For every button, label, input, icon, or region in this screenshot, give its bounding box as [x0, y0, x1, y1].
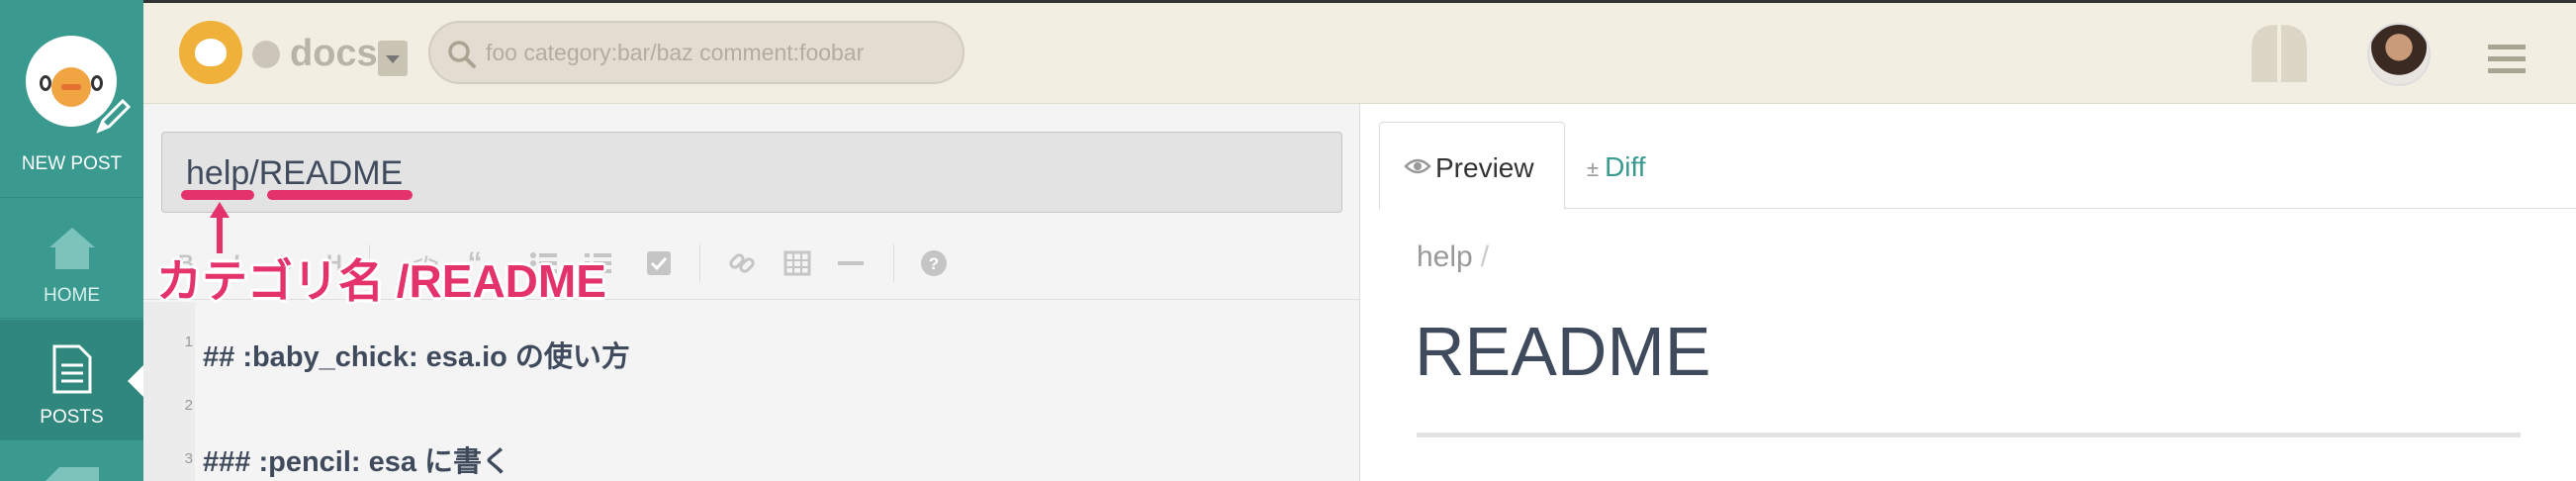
breadcrumb: help / [1417, 240, 1489, 274]
home-icon [49, 228, 95, 269]
preview-tabs: Preview ± Diff [1379, 122, 2576, 210]
plus-minus-icon: ± [1587, 156, 1600, 181]
line-number: 3 [184, 450, 193, 467]
pencil-icon [96, 98, 132, 134]
sidebar: NEW POST HOME POSTS [0, 0, 143, 481]
category-underline [181, 190, 254, 200]
help-icon[interactable]: ? [919, 248, 949, 278]
toolbar-divider [699, 244, 700, 282]
team-dropdown-button[interactable] [378, 41, 408, 76]
team-logo[interactable] [179, 21, 242, 84]
logo-eye-right [91, 75, 103, 91]
logo-face [51, 67, 91, 107]
hamburger-menu-icon[interactable] [2488, 43, 2526, 74]
team-name[interactable]: docs [290, 33, 378, 75]
search-input[interactable] [486, 23, 951, 82]
feed-icon[interactable] [40, 463, 103, 481]
notifications-icon[interactable] [2250, 23, 2309, 84]
tab-preview[interactable]: Preview [1379, 122, 1565, 210]
user-avatar[interactable] [2367, 23, 2431, 86]
sidebar-item-home[interactable]: HOME [0, 198, 143, 319]
table-icon[interactable] [782, 248, 812, 278]
preview-pane: Preview ± Diff help / README [1361, 104, 2576, 481]
new-post-button[interactable]: NEW POST [0, 0, 143, 198]
post-title-value[interactable]: help/README [186, 154, 403, 193]
svg-text:?: ? [929, 254, 939, 273]
tab-diff-label: Diff [1605, 151, 1646, 182]
post-title-field[interactable]: help/README [161, 132, 1342, 213]
editor-line[interactable]: ### :pencil: esa に書く [203, 438, 510, 480]
line-number-gutter: 1 2 3 [143, 302, 195, 481]
toolbar-divider [893, 244, 894, 282]
title-divider [1417, 433, 2521, 437]
tab-preview-label: Preview [1435, 152, 1534, 183]
line-number: 2 [184, 397, 193, 414]
search-box[interactable] [428, 21, 965, 84]
logo-eye-left [40, 75, 51, 91]
globe-icon [252, 41, 280, 68]
document-icon [52, 344, 92, 394]
link-icon[interactable] [727, 248, 757, 278]
sidebar-item-label: POSTS [40, 407, 104, 428]
checkbox-icon[interactable] [644, 248, 674, 278]
name-underline [267, 190, 413, 200]
annotation-label: カテゴリ名 /README [156, 255, 606, 307]
tab-diff[interactable]: ± Diff [1587, 151, 1646, 183]
line-number: 1 [184, 334, 193, 350]
new-post-label: NEW POST [21, 153, 123, 174]
sidebar-item-posts[interactable]: POSTS [0, 320, 143, 440]
search-icon [448, 41, 476, 68]
preview-title: README [1415, 313, 1711, 390]
top-header: docs [143, 0, 2576, 104]
breadcrumb-separator: / [1480, 240, 1490, 273]
editor-line[interactable]: ## :baby_chick: esa.io の使い方 [203, 334, 630, 375]
breadcrumb-category[interactable]: help [1417, 240, 1473, 273]
horizontal-rule-icon[interactable] [836, 248, 866, 278]
sidebar-item-label: HOME [44, 285, 100, 306]
eye-icon [1404, 158, 1431, 174]
